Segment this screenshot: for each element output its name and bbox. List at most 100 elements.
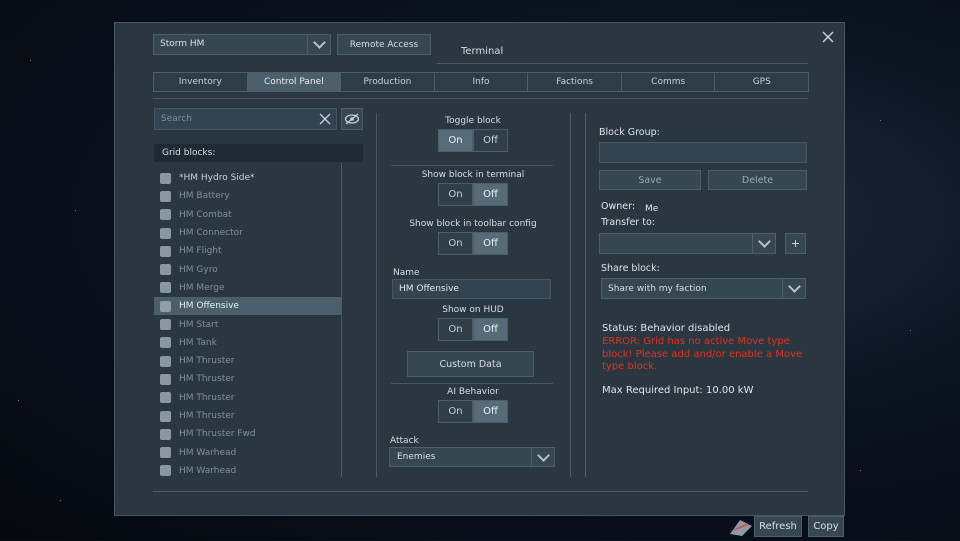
list-item-label: HM Thruster <box>179 356 235 367</box>
ship-selector[interactable]: Storm HM <box>153 34 331 55</box>
show-in-terminal-on-button[interactable]: On <box>438 183 473 206</box>
tab-divider <box>153 98 808 99</box>
tab-bar: Inventory Control Panel Production Info … <box>153 72 810 92</box>
hide-blocks-toggle[interactable] <box>341 108 363 130</box>
chevron-down-icon <box>531 448 554 466</box>
save-button[interactable]: Save <box>599 170 701 190</box>
clear-search-icon[interactable] <box>319 113 331 125</box>
copy-button[interactable]: Copy <box>808 516 844 537</box>
list-item[interactable]: HM Start <box>154 315 342 333</box>
tab-gps[interactable]: GPS <box>714 72 810 92</box>
list-item[interactable]: HM Battery <box>154 187 342 205</box>
terminal-window: Storm HM Remote Access Terminal Inventor… <box>114 22 845 516</box>
list-item[interactable]: HM Gyro <box>154 260 342 278</box>
error-text: ERROR: Grid has no active Move type bloc… <box>602 336 803 372</box>
remote-access-button[interactable]: Remote Access <box>337 34 431 55</box>
show-on-hud-on-button[interactable]: On <box>438 318 473 341</box>
list-item[interactable]: HM Connector <box>154 224 342 242</box>
list-item-label: HM Thruster <box>179 392 235 403</box>
tab-comms[interactable]: Comms <box>620 72 716 92</box>
list-item[interactable]: HM Merge <box>154 279 342 297</box>
list-item-label: HM Start <box>179 319 219 330</box>
show-in-terminal-off-button[interactable]: Off <box>473 183 508 206</box>
list-item-label: HM Merge <box>179 282 225 293</box>
ai-behavior-on-button[interactable]: On <box>438 400 473 423</box>
block-icon <box>160 264 171 276</box>
list-item-label: HM Offensive <box>179 301 239 312</box>
list-item[interactable]: HM Thruster <box>154 389 342 407</box>
owner-label: Owner: <box>601 201 636 212</box>
block-group-input[interactable] <box>599 142 807 163</box>
block-icon <box>160 355 171 367</box>
tab-production[interactable]: Production <box>340 72 435 92</box>
list-item-label: HM Connector <box>179 228 243 239</box>
tab-info[interactable]: Info <box>433 72 529 92</box>
toggle-block-off-button[interactable]: Off <box>473 129 508 152</box>
block-icon <box>160 227 171 239</box>
show-in-toolbar-on-button[interactable]: On <box>438 232 473 255</box>
transfer-dropdown[interactable] <box>599 233 776 254</box>
block-icon <box>160 428 171 440</box>
search-input[interactable]: Search <box>154 108 337 130</box>
list-item-label: HM Thruster <box>179 411 235 421</box>
ai-behavior-off-button[interactable]: Off <box>473 400 508 423</box>
name-input-value: HM Offensive <box>399 284 459 294</box>
chevron-down-icon <box>307 35 330 54</box>
status-text: Status: Behavior disabled <box>602 323 731 334</box>
block-icon <box>160 300 171 312</box>
list-item[interactable]: HM Combat <box>154 206 342 224</box>
block-icon <box>160 410 171 422</box>
middle-scrollbar-track[interactable] <box>570 113 571 477</box>
section-divider <box>391 383 553 384</box>
list-item[interactable]: HM Offensive <box>154 297 342 316</box>
tab-factions[interactable]: Factions <box>527 72 622 92</box>
show-in-toolbar-off-button[interactable]: Off <box>473 232 508 255</box>
ship-selector-value: Storm HM <box>160 39 205 49</box>
owner-value: Me <box>645 204 659 214</box>
close-icon[interactable] <box>821 30 835 44</box>
list-item[interactable]: HM Thruster <box>154 370 342 388</box>
tab-inventory[interactable]: Inventory <box>153 72 248 92</box>
show-on-hud-label: Show on HUD <box>442 305 504 315</box>
tab-control-panel[interactable]: Control Panel <box>246 72 342 92</box>
eye-slash-icon <box>344 113 360 125</box>
list-item[interactable]: HM Thruster <box>154 352 342 370</box>
list-item[interactable]: HM Warhead <box>154 443 342 461</box>
window-title: Terminal <box>461 46 504 57</box>
custom-data-button[interactable]: Custom Data <box>407 351 534 377</box>
block-icon <box>160 373 171 385</box>
list-item-label: HM Thruster <box>179 374 235 385</box>
attack-dropdown[interactable]: Enemies <box>389 447 555 467</box>
ship-icon <box>728 516 754 538</box>
list-item[interactable]: HM Thruster Fwd <box>154 425 342 443</box>
section-divider <box>391 165 553 166</box>
block-list: *HM Hydro Side* HM Battery HM Combat HM Con… <box>154 169 342 480</box>
list-item[interactable]: HM Thruster <box>154 407 342 425</box>
attack-label: Attack <box>390 436 419 446</box>
share-block-label: Share block: <box>601 263 660 274</box>
show-on-hud-off-button[interactable]: Off <box>473 318 508 341</box>
list-item[interactable]: *HM Hydro Side* <box>154 169 342 187</box>
share-dropdown[interactable]: Share with my faction <box>601 278 806 299</box>
search-placeholder: Search <box>161 114 192 124</box>
name-label: Name <box>393 268 420 278</box>
show-in-terminal-switch: On Off <box>438 183 508 206</box>
refresh-button[interactable]: Refresh <box>754 516 802 537</box>
list-item[interactable]: HM Warhead <box>154 462 342 480</box>
block-icon <box>160 319 171 331</box>
block-icon <box>160 209 171 221</box>
delete-button[interactable]: Delete <box>708 170 807 190</box>
toggle-block-switch: On Off <box>438 129 508 152</box>
chevron-down-icon <box>782 279 805 298</box>
list-item[interactable]: HM Flight <box>154 242 342 260</box>
list-item-label: HM Warhead <box>179 465 237 476</box>
transfer-plus-button[interactable]: + <box>785 233 806 254</box>
block-icon <box>160 447 171 459</box>
block-icon <box>160 392 171 404</box>
list-item-label: HM Thruster Fwd <box>179 429 256 440</box>
name-input[interactable]: HM Offensive <box>392 279 551 299</box>
list-item[interactable]: HM Tank <box>154 334 342 352</box>
block-icon <box>160 245 171 257</box>
block-icon <box>160 282 171 294</box>
toggle-block-on-button[interactable]: On <box>438 129 473 152</box>
